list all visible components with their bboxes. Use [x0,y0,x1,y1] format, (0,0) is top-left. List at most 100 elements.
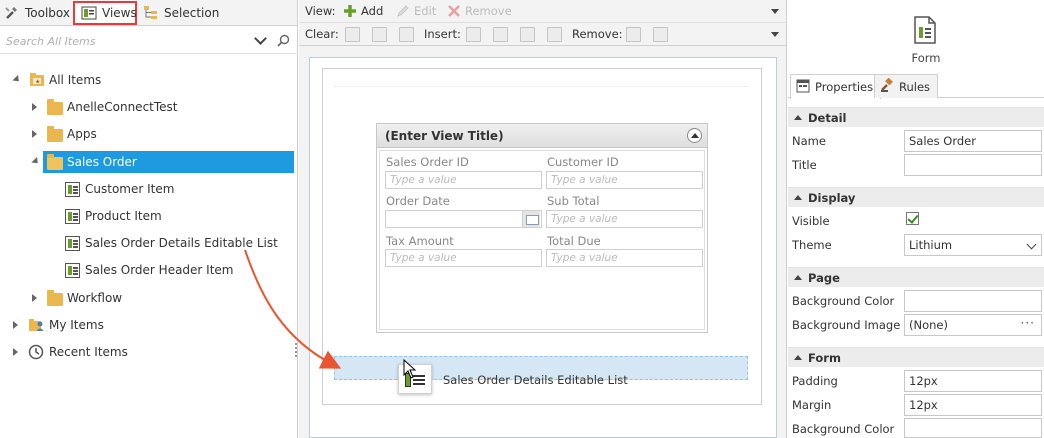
section-form[interactable]: Form [788,347,1044,367]
plus-icon [342,3,358,19]
form-background-color-label: Background Color [792,422,895,436]
order-date-input[interactable] [385,210,542,228]
expanded-arrow-icon[interactable] [12,74,22,85]
form-canvas[interactable]: (Enter View Title) Sales Order ID Custom… [309,57,777,438]
collapsed-arrow-icon[interactable] [13,321,18,329]
customer-id-input[interactable] [546,171,703,189]
tree-item-workflow[interactable]: Workflow [0,287,298,309]
form-icon [914,16,936,44]
tree-item-label: All Items [49,73,102,87]
field-label-tax-amount: Tax Amount [386,234,454,248]
splitter-handle[interactable] [295,343,297,357]
tree-item-sales-order[interactable]: Sales Order [43,151,294,173]
tax-amount-input[interactable] [385,249,542,267]
name-input[interactable] [904,130,1042,152]
background-color-input[interactable] [904,290,1042,312]
cursor-icon [403,358,417,379]
clear-above-icon[interactable] [345,27,360,42]
selection-tree-icon [143,5,159,21]
remove-label: Remove [465,4,512,18]
remove-layout-label: Remove: [572,27,623,41]
add-label: Add [361,4,384,18]
tab-rules-label: Rules [899,79,931,94]
layout-toolbar: Clear: Insert: Remove: [299,23,787,46]
tab-views-label: Views [102,6,137,20]
add-button[interactable]: Add [342,3,383,19]
edit-button[interactable]: Edit [395,3,436,19]
search-row [0,28,298,54]
tree-item-product-item[interactable]: Product Item [0,205,298,227]
padding-label: Padding [792,374,838,388]
tree-item-anelle[interactable]: AnelleConnectTest [0,96,298,118]
collapse-icon[interactable] [687,128,702,143]
view-body: Sales Order ID Customer ID Order Date Su… [379,150,705,330]
tree-item-customer-item[interactable]: Customer Item [0,178,298,200]
remove-column-icon[interactable] [626,27,641,42]
margin-input[interactable] [904,394,1042,416]
sales-order-id-input[interactable] [385,171,542,189]
collapsed-arrow-icon[interactable] [32,294,37,302]
field-label-sub-total: Sub Total [547,194,600,208]
svg-text:★: ★ [35,79,40,86]
remove-button[interactable]: Remove [446,3,512,19]
background-image-value: (None) [909,318,948,332]
section-detail[interactable]: Detail [788,107,1044,127]
edit-label: Edit [414,4,437,18]
insert-column-right-icon[interactable] [493,27,508,42]
tree-item-label: Product Item [85,209,162,223]
tab-toolbox[interactable]: Toolbox [4,1,70,25]
collapsed-arrow-icon[interactable] [32,103,37,111]
tab-rules[interactable]: Rules [874,74,939,98]
tree-item-sales-order-details[interactable]: Sales Order Details Editable List [0,232,298,254]
tree-item-label: Sales Order Details Editable List [85,236,278,250]
clear-cell-icon[interactable] [399,27,414,42]
form-background-color-input[interactable] [904,418,1042,438]
tree-item-label: Workflow [67,291,123,305]
clear-label: Clear: [305,27,339,41]
section-page[interactable]: Page [788,267,1044,287]
tab-properties-label: Properties [815,80,874,94]
theme-select[interactable]: Lithium [904,234,1042,256]
search-input[interactable] [6,31,246,51]
tab-properties[interactable]: Properties [790,74,882,99]
tree-item-my-items[interactable]: My Items [0,314,298,336]
tree-item-apps[interactable]: Apps [0,123,298,145]
tree-item-label: Recent Items [49,345,128,359]
tree-item-sales-order-row[interactable]: Sales Order [0,151,298,173]
folder-icon [47,99,63,115]
visible-checkbox[interactable] [906,212,919,225]
sub-total-input[interactable] [546,210,703,228]
expanded-arrow-icon[interactable] [31,156,41,167]
calendar-icon[interactable] [522,211,540,227]
remove-row-icon[interactable] [653,27,668,42]
clear-below-icon[interactable] [372,27,387,42]
insert-column-left-icon[interactable] [466,27,481,42]
toolbar-overflow-icon[interactable] [771,32,779,37]
folder-icon [47,126,63,142]
toolbar-overflow-icon[interactable] [771,9,779,14]
tab-views[interactable]: Views [73,1,137,25]
collapsed-arrow-icon[interactable] [32,130,37,138]
tree-item-recent-items[interactable]: Recent Items [0,341,298,363]
view-title: (Enter View Title) [377,124,707,148]
tree-item-label: Customer Item [85,182,175,196]
chevron-down-icon[interactable] [254,32,267,45]
total-due-input[interactable] [546,249,703,267]
form-top-row [334,86,748,108]
title-input[interactable] [904,154,1042,176]
tree-item-sales-order-header[interactable]: Sales Order Header Item [0,259,298,281]
ellipsis-icon[interactable]: ··· [1021,313,1035,333]
tab-selection[interactable]: Selection [143,1,219,25]
collapsed-arrow-icon[interactable] [13,348,18,356]
tree-item-all-items[interactable]: ★ All Items [0,69,298,91]
padding-input[interactable] [904,370,1042,392]
field-label-sales-order-id: Sales Order ID [386,155,469,169]
insert-row-below-icon[interactable] [547,27,562,42]
chevron-down-icon [1026,239,1037,250]
background-image-select[interactable]: (None) ··· [904,314,1042,336]
section-display[interactable]: Display [788,187,1044,207]
view-item-icon [65,263,80,278]
view-card[interactable]: (Enter View Title) Sales Order ID Custom… [376,123,708,333]
insert-row-above-icon[interactable] [520,27,535,42]
search-icon[interactable] [277,34,290,50]
